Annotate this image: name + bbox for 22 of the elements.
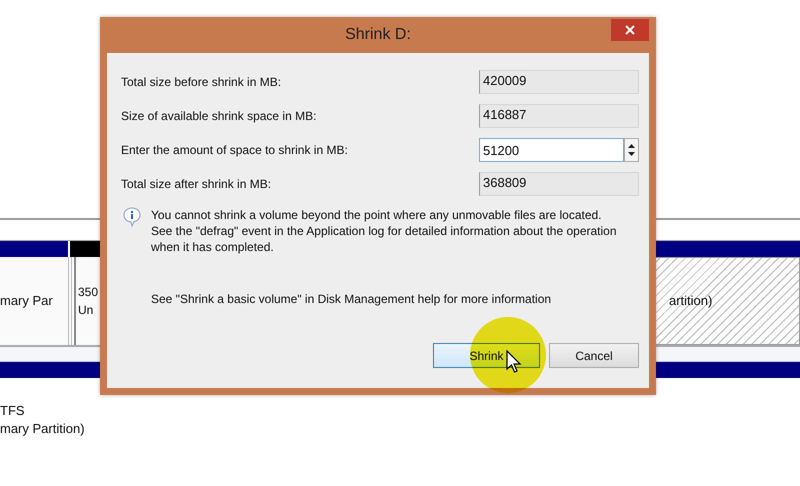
spin-control[interactable] [624, 138, 639, 162]
info-message: You cannot shrink a volume beyond the point where any unmovable files are located. See the "defrag" event in the Application log for detailed information about the operation when it has completed. [151, 207, 618, 255]
cursor-icon [506, 350, 522, 374]
spin-arrows-icon [627, 142, 636, 158]
help-text: See "Shrink a basic volume" in Disk Management help for more information [150, 292, 552, 306]
partition-label: TFS [0, 402, 26, 420]
input-field[interactable]: 51200 [479, 138, 624, 162]
partition-block[interactable]: mary Par [0, 257, 72, 345]
readonly-field: 420009 [479, 70, 639, 94]
window-title: Shrink D: [345, 26, 411, 44]
info-icon [123, 207, 141, 227]
readonly-field: 416887 [479, 104, 639, 128]
field-label: Enter the amount of space to shrink in MB: [121, 143, 348, 157]
cancel-button[interactable]: Cancel [549, 343, 639, 368]
field-label: Total size before shrink in MB: [121, 75, 282, 89]
partition-label: mary Partition) [0, 420, 86, 438]
readonly-field: 368809 [479, 172, 639, 196]
partition-header [0, 241, 68, 257]
field-label: Total size after shrink in MB: [121, 177, 272, 191]
close-button[interactable] [611, 19, 649, 41]
field-label: Size of available shrink space in MB: [121, 109, 316, 123]
close-icon [625, 25, 635, 35]
